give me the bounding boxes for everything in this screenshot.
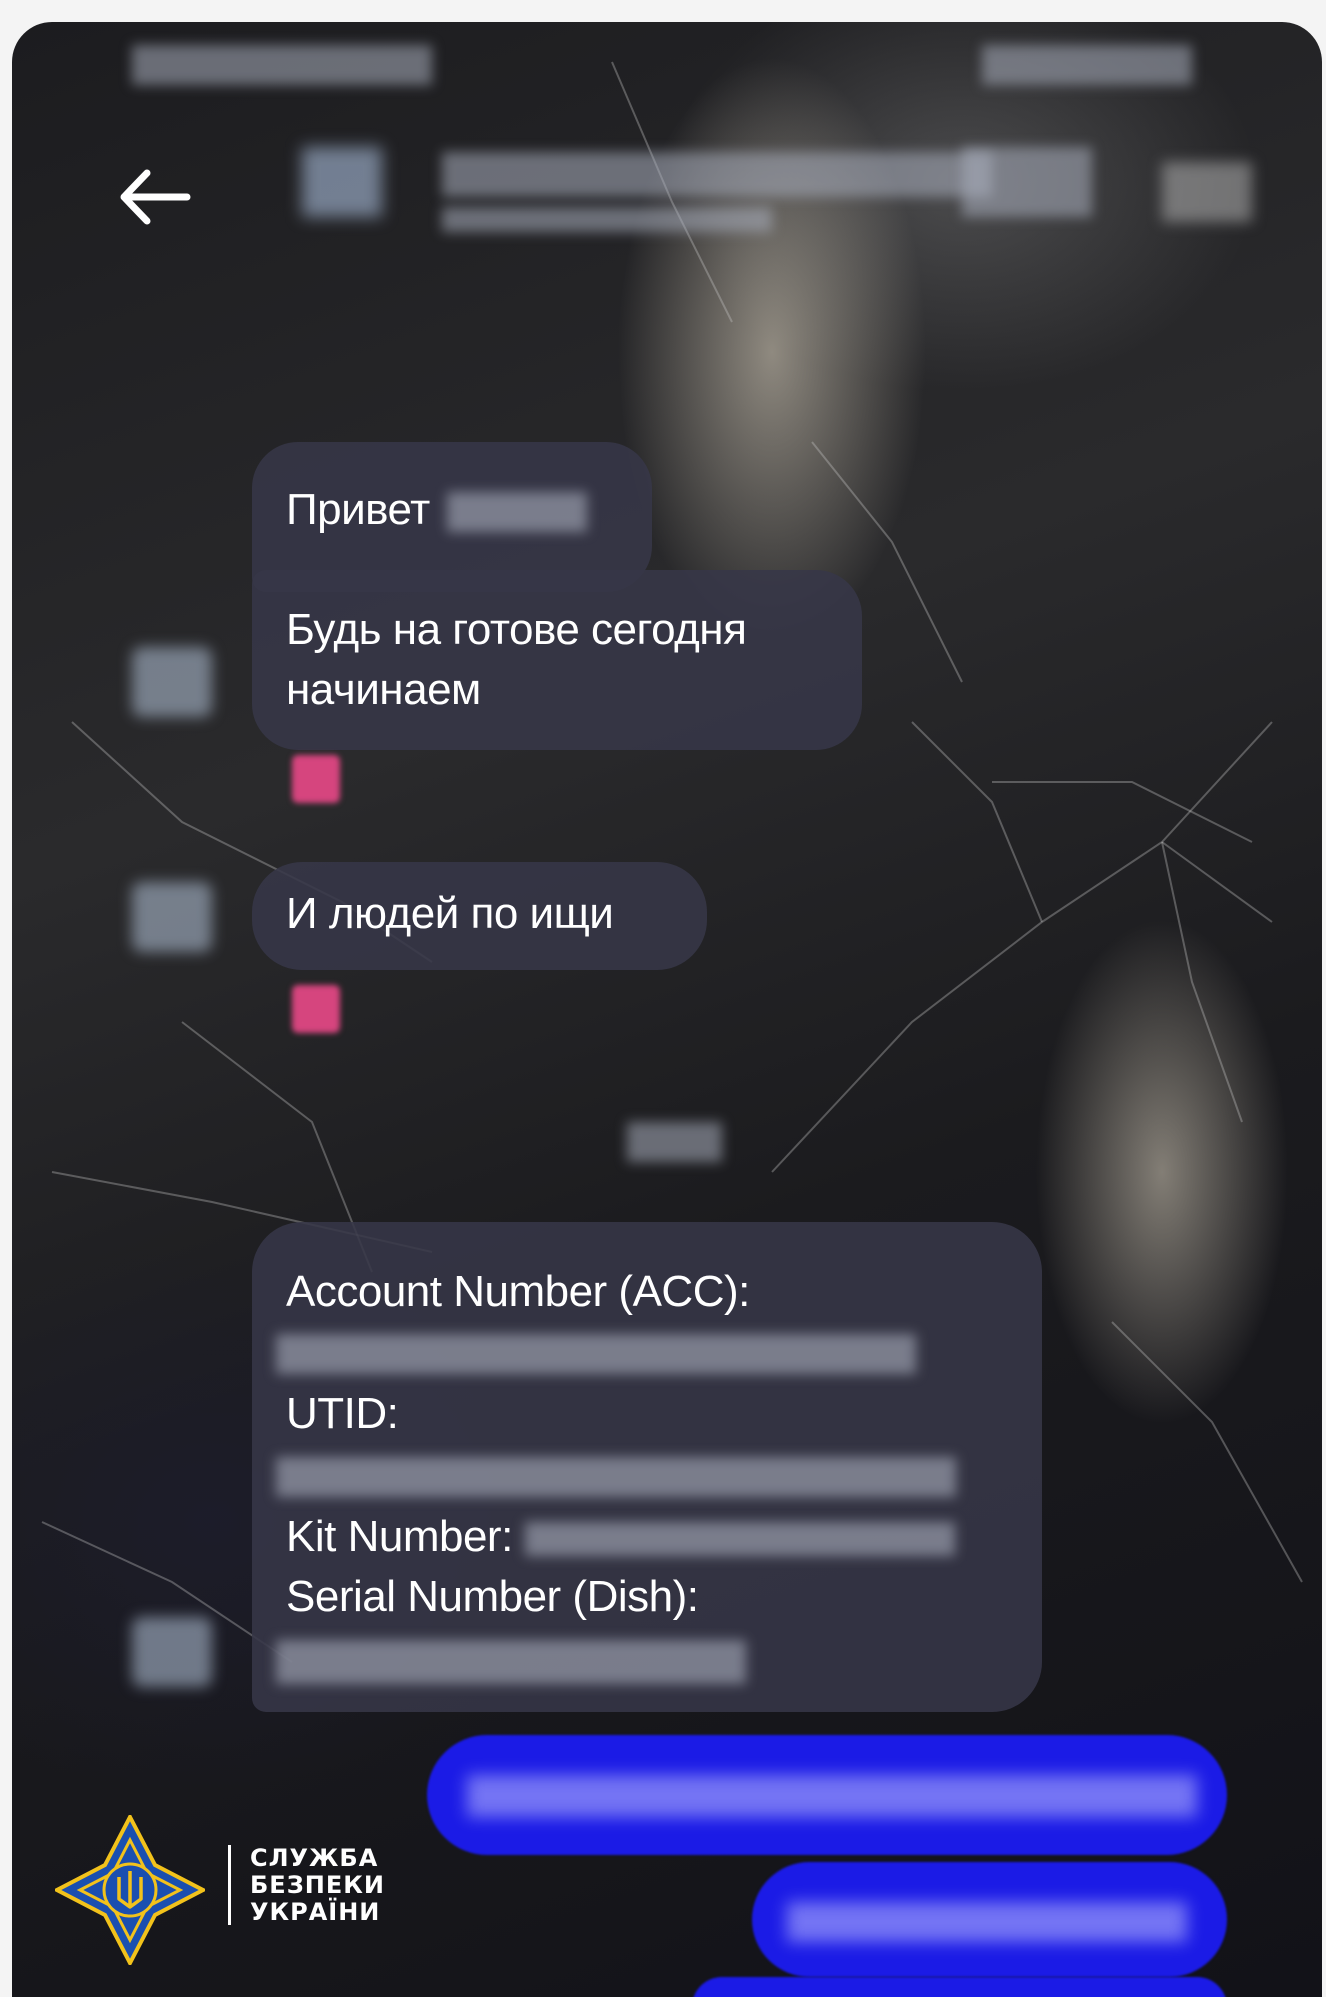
arrow-left-icon (120, 169, 191, 225)
sender-avatar[interactable] (132, 647, 212, 717)
watermark-line: УКРАЇНИ (250, 1898, 381, 1926)
sbu-emblem-icon (55, 1815, 205, 1965)
watermark-line: БЕЗПЕКИ (250, 1871, 385, 1899)
utid-label: UTID: (286, 1389, 399, 1439)
heart-reaction-icon[interactable] (292, 755, 340, 803)
message-bubble[interactable]: Будь на готове сегодня начинаем (252, 570, 862, 750)
video-call-icon[interactable] (1162, 162, 1252, 222)
outgoing-message-bubble[interactable] (692, 1977, 1227, 1997)
message-text: И людей по ищи (286, 889, 614, 938)
message-text: Будь на готове сегодня начинаем (286, 605, 747, 714)
redacted-value (276, 1640, 746, 1685)
message-timestamp (627, 1122, 722, 1162)
kit-number-label: Kit Number: (286, 1511, 513, 1561)
redacted-text (447, 492, 588, 533)
redacted-value (524, 1522, 955, 1557)
status-bar (132, 40, 1232, 90)
redacted-text (787, 1902, 1187, 1942)
contact-name[interactable] (442, 147, 1092, 237)
watermark-divider (228, 1845, 231, 1925)
message-text: Привет (286, 485, 430, 534)
contact-avatar[interactable] (302, 147, 382, 217)
outgoing-message-bubble[interactable] (752, 1862, 1227, 1977)
serial-number-label: Serial Number (Dish): (286, 1571, 699, 1621)
redacted-value (276, 1456, 956, 1497)
outgoing-message-bubble[interactable] (427, 1735, 1227, 1855)
sender-avatar[interactable] (132, 882, 212, 952)
redacted-text (467, 1775, 1197, 1817)
message-bubble[interactable]: И людей по ищи (252, 862, 707, 970)
message-bubble[interactable]: Account Number (ACC): UTID: Kit Number: … (252, 1222, 1042, 1712)
watermark-line: СЛУЖБА (250, 1844, 379, 1872)
back-button[interactable] (112, 157, 202, 237)
sender-avatar[interactable] (132, 1617, 212, 1687)
account-number-label: Account Number (ACC): (286, 1267, 750, 1316)
heart-reaction-icon[interactable] (292, 985, 340, 1033)
redacted-value (276, 1334, 916, 1375)
sbu-watermark-text: СЛУЖБА БЕЗПЕКИ УКРАЇНИ (250, 1845, 385, 1926)
phone-screen: Привет Будь на готове сегодня начинаем И… (12, 22, 1322, 1997)
